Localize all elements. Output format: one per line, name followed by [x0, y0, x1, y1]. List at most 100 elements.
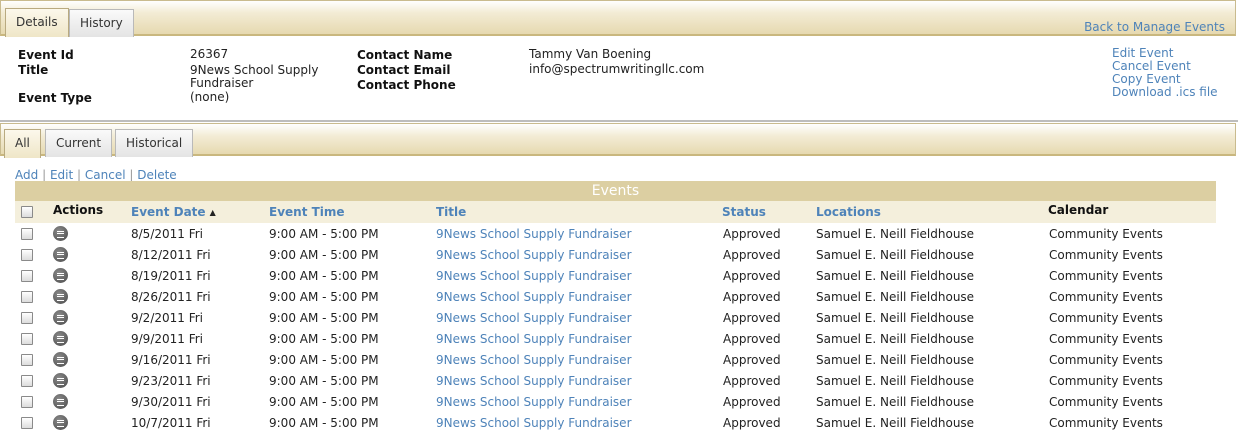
add-link[interactable]: Add [15, 168, 38, 182]
cell-title-link[interactable]: 9News School Supply Fundraiser [436, 353, 632, 367]
cell-event-time: 9:00 AM - 5:00 PM [269, 416, 379, 430]
tab-details[interactable]: Details [5, 8, 69, 37]
event-id-value: 26367 [190, 47, 229, 61]
row-actions-menu-icon[interactable] [53, 394, 68, 409]
table-row: 8/5/2011 Fri 9:00 AM - 5:00 PM 9News Schoo… [15, 223, 1216, 244]
event-id-label: Event Id [18, 48, 74, 62]
table-row: 10/7/2011 Fri 9:00 AM - 5:00 PM 9News Scho… [15, 412, 1216, 432]
header-title[interactable]: Title [436, 205, 466, 219]
cell-status: Approved [723, 395, 781, 409]
row-checkbox[interactable] [21, 375, 33, 387]
cell-title-link[interactable]: 9News School Supply Fundraiser [436, 395, 632, 409]
cell-title-link[interactable]: 9News School Supply Fundraiser [436, 269, 632, 283]
edit-link[interactable]: Edit [50, 168, 73, 182]
row-actions-menu-icon[interactable] [53, 268, 68, 283]
contact-phone-label: Contact Phone [357, 78, 456, 92]
cell-location: Samuel E. Neill Fieldhouse [816, 374, 975, 388]
row-actions-menu-icon[interactable] [53, 352, 68, 367]
title-label: Title [18, 63, 49, 77]
cell-title-link[interactable]: 9News School Supply Fundraiser [436, 332, 632, 346]
event-details-panel: Event Id 26367 Title 9News School Supply… [0, 36, 1236, 120]
cell-event-date: 8/26/2011 Fri [131, 290, 211, 304]
grid-title: Events [15, 181, 1216, 201]
cell-calendar: Community Events [1049, 311, 1163, 325]
table-row: 9/30/2011 Fri 9:00 AM - 5:00 PM 9News Scho… [15, 391, 1216, 412]
cell-event-time: 9:00 AM - 5:00 PM [269, 269, 379, 283]
cell-event-date: 8/5/2011 Fri [131, 227, 204, 241]
delete-link[interactable]: Delete [137, 168, 176, 182]
row-checkbox[interactable] [21, 249, 33, 261]
header-event-date-label[interactable]: Event Date [131, 205, 206, 219]
cell-title-link[interactable]: 9News School Supply Fundraiser [436, 248, 632, 262]
row-actions-menu-icon[interactable] [53, 247, 68, 262]
cell-location: Samuel E. Neill Fieldhouse [816, 353, 975, 367]
row-actions-menu-icon[interactable] [53, 415, 68, 430]
cell-calendar: Community Events [1049, 227, 1163, 241]
separator: | [42, 168, 47, 182]
table-row: 9/9/2011 Fri 9:00 AM - 5:00 PM 9News Schoo… [15, 328, 1216, 349]
cell-calendar: Community Events [1049, 374, 1163, 388]
header-locations[interactable]: Locations [816, 205, 881, 219]
cell-location: Samuel E. Neill Fieldhouse [816, 416, 975, 430]
cell-status: Approved [723, 311, 781, 325]
contact-email-label: Contact Email [357, 63, 451, 77]
tab-current[interactable]: Current [45, 129, 113, 157]
table-row: 8/12/2011 Fri 9:00 AM - 5:00 PM 9News Scho… [15, 244, 1216, 265]
cell-event-date: 9/2/2011 Fri [131, 311, 204, 325]
cell-event-time: 9:00 AM - 5:00 PM [269, 395, 379, 409]
cell-status: Approved [723, 353, 781, 367]
header-calendar: Calendar [1048, 203, 1109, 217]
cell-calendar: Community Events [1049, 332, 1163, 346]
cell-status: Approved [723, 374, 781, 388]
row-actions-menu-icon[interactable] [53, 226, 68, 241]
cell-event-date: 9/23/2011 Fri [131, 374, 211, 388]
row-checkbox[interactable] [21, 396, 33, 408]
cell-location: Samuel E. Neill Fieldhouse [816, 248, 975, 262]
row-actions-menu-icon[interactable] [53, 331, 68, 346]
row-actions-menu-icon[interactable] [53, 289, 68, 304]
header-actions: Actions [53, 203, 104, 217]
tab-historical[interactable]: Historical [115, 129, 194, 157]
row-checkbox[interactable] [21, 291, 33, 303]
cell-calendar: Community Events [1049, 248, 1163, 262]
table-row: 9/23/2011 Fri 9:00 AM - 5:00 PM 9News Scho… [15, 370, 1216, 391]
row-checkbox[interactable] [21, 270, 33, 282]
cell-title-link[interactable]: 9News School Supply Fundraiser [436, 416, 632, 430]
cell-title-link[interactable]: 9News School Supply Fundraiser [436, 374, 632, 388]
table-row: 8/26/2011 Fri 9:00 AM - 5:00 PM 9News Scho… [15, 286, 1216, 307]
cell-title-link[interactable]: 9News School Supply Fundraiser [436, 227, 632, 241]
cell-status: Approved [723, 269, 781, 283]
select-all-checkbox[interactable] [21, 206, 33, 218]
cell-title-link[interactable]: 9News School Supply Fundraiser [436, 290, 632, 304]
cell-status: Approved [723, 290, 781, 304]
download-ics-link[interactable]: Download .ics file [1112, 86, 1218, 99]
cell-event-time: 9:00 AM - 5:00 PM [269, 248, 379, 262]
header-event-date[interactable]: Event Date ▲ [131, 205, 216, 219]
cell-location: Samuel E. Neill Fieldhouse [816, 269, 975, 283]
cancel-link[interactable]: Cancel [85, 168, 126, 182]
tab-all[interactable]: All [4, 129, 41, 158]
row-checkbox[interactable] [21, 417, 33, 429]
back-to-manage-events-link[interactable]: Back to Manage Events [1084, 20, 1225, 34]
list-tab-strip: All Current Historical [0, 123, 1236, 158]
grid-header-row: Actions Event Date ▲ Event Time Title Sta… [15, 201, 1216, 223]
row-actions-menu-icon[interactable] [53, 310, 68, 325]
cell-title-link[interactable]: 9News School Supply Fundraiser [436, 311, 632, 325]
cell-event-date: 9/9/2011 Fri [131, 332, 204, 346]
row-checkbox[interactable] [21, 312, 33, 324]
sort-ascending-icon: ▲ [209, 208, 216, 217]
cell-calendar: Community Events [1049, 353, 1163, 367]
row-checkbox[interactable] [21, 228, 33, 240]
row-actions-menu-icon[interactable] [53, 373, 68, 388]
cell-location: Samuel E. Neill Fieldhouse [816, 290, 975, 304]
row-checkbox[interactable] [21, 333, 33, 345]
row-checkbox[interactable] [21, 354, 33, 366]
cell-location: Samuel E. Neill Fieldhouse [816, 311, 975, 325]
contact-email-value: info@spectrumwritingllc.com [529, 62, 705, 76]
header-status[interactable]: Status [722, 205, 766, 219]
header-event-time[interactable]: Event Time [269, 205, 345, 219]
table-row: 9/2/2011 Fri 9:00 AM - 5:00 PM 9News Schoo… [15, 307, 1216, 328]
cell-event-date: 8/12/2011 Fri [131, 248, 211, 262]
cell-event-date: 9/30/2011 Fri [131, 395, 211, 409]
tab-history[interactable]: History [69, 9, 134, 37]
